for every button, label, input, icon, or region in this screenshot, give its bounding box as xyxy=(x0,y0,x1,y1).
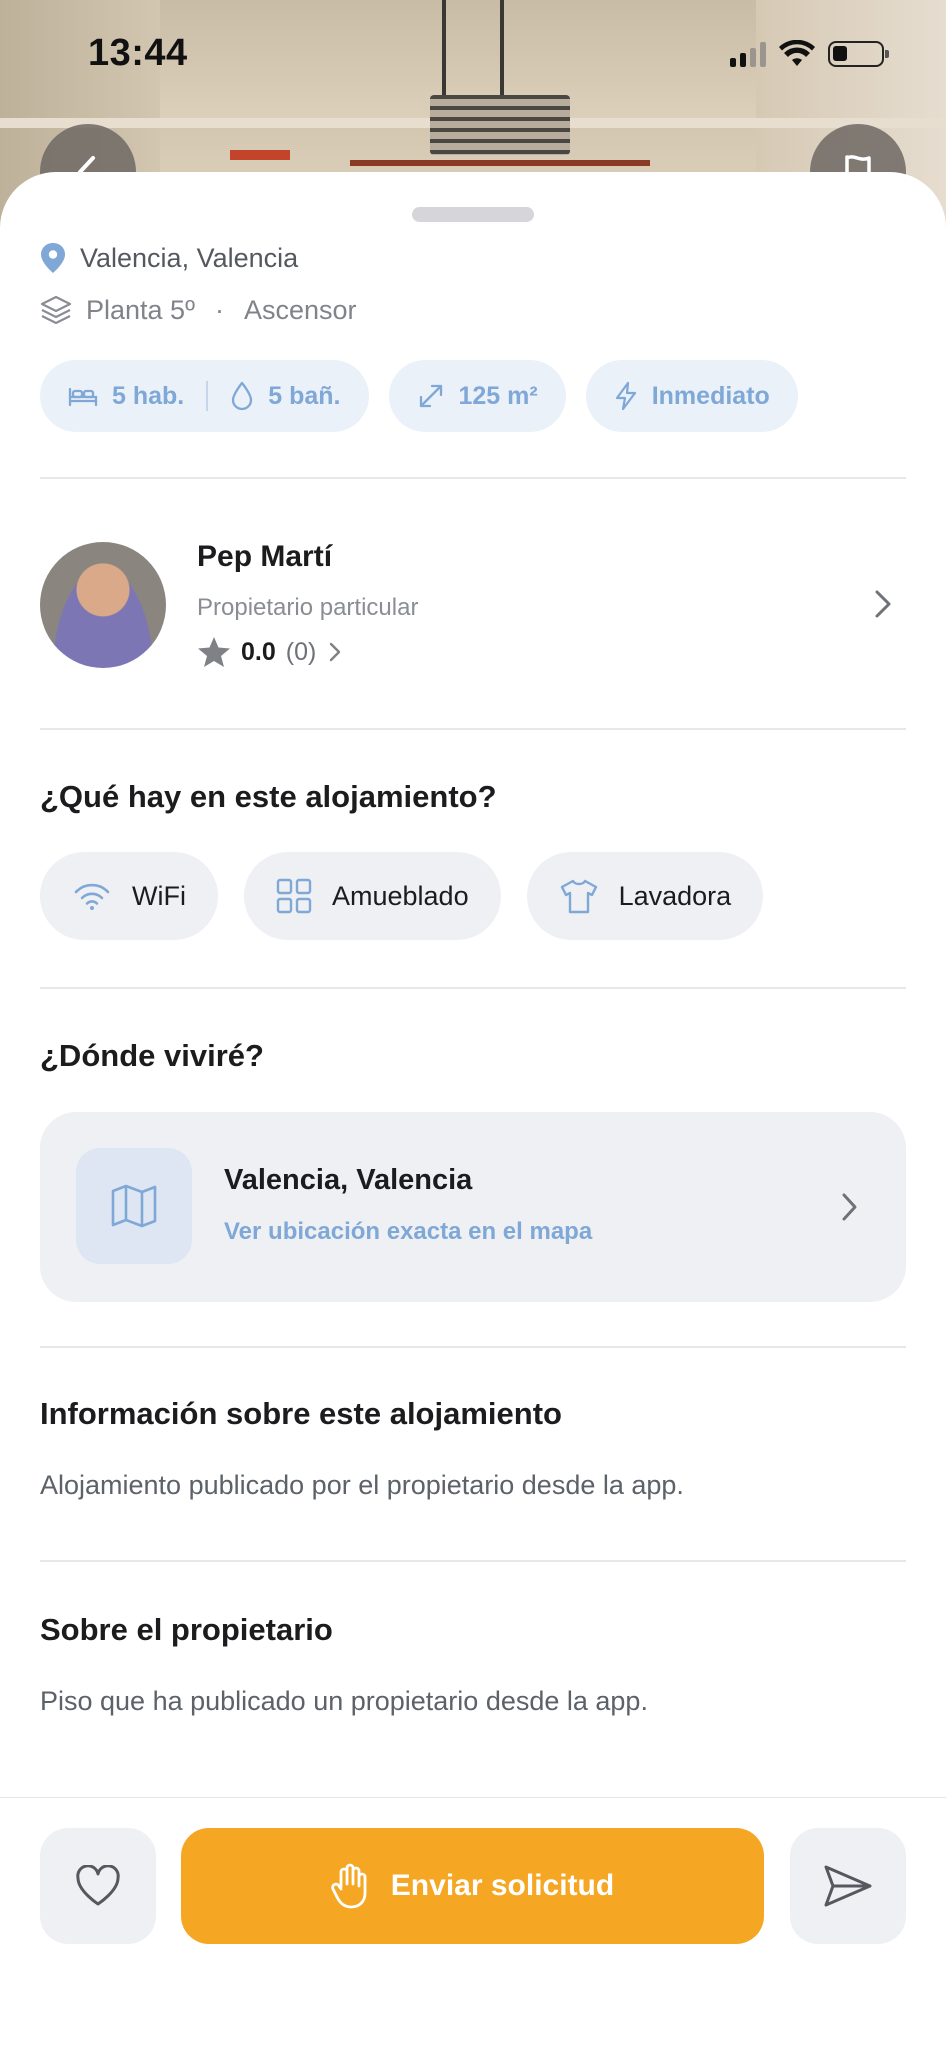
location-pin-icon xyxy=(41,243,65,273)
location-text: Valencia, Valencia xyxy=(80,242,299,273)
bottom-action-bar: Enviar solicitud xyxy=(0,1797,946,2049)
map-icon-box xyxy=(76,1148,192,1264)
owner-card[interactable]: Pep Martí Propietario particular 0.0 (0) xyxy=(40,540,906,670)
rooms-text: 5 hab. xyxy=(112,381,185,410)
owner-role: Propietario particular xyxy=(197,594,419,621)
map-icon xyxy=(111,1184,157,1228)
owner-about-title: Sobre el propietario xyxy=(40,1612,333,1647)
heart-icon xyxy=(76,1865,120,1906)
rating-count: (0) xyxy=(285,637,317,666)
water-drop-icon xyxy=(232,381,253,411)
owner-rating[interactable]: 0.0 (0) xyxy=(197,636,344,668)
send-request-label: Enviar solicitud xyxy=(390,1869,615,1902)
area-chip: 125 m² xyxy=(388,360,566,432)
status-time: 13:44 xyxy=(88,32,188,74)
layers-icon xyxy=(40,295,72,325)
amenity-label: WiFi xyxy=(132,880,186,911)
info-text: Alojamiento publicado por el propietario… xyxy=(40,1470,684,1500)
bed-icon xyxy=(68,387,98,407)
star-icon xyxy=(198,637,230,667)
rating-score: 0.0 xyxy=(241,637,276,666)
send-icon xyxy=(824,1865,872,1907)
shirt-icon xyxy=(560,879,597,914)
rooms-baths-chip: 5 hab. 5 bañ. xyxy=(40,360,369,432)
drag-handle[interactable] xyxy=(412,207,534,222)
amenity-washer: Lavadora xyxy=(526,852,764,940)
expand-arrows-icon xyxy=(419,384,442,408)
divider xyxy=(40,477,906,479)
grid-icon xyxy=(276,878,312,914)
feature-chips: 5 hab. 5 bañ. 125 m² Inmediato xyxy=(40,360,798,432)
separator-dot: · xyxy=(214,294,224,325)
availability-text: Inmediato xyxy=(651,381,770,410)
hand-icon xyxy=(331,1863,367,1909)
floor-text: Planta 5º xyxy=(86,294,195,325)
location-title: ¿Dónde viviré? xyxy=(40,1038,264,1073)
map-card[interactable]: Valencia, Valencia Ver ubicación exacta … xyxy=(40,1112,906,1302)
chevron-right-icon xyxy=(330,642,341,662)
owner-name: Pep Martí xyxy=(197,540,333,573)
elevator-text: Ascensor xyxy=(243,294,357,325)
status-icons xyxy=(730,36,889,72)
amenities-list: WiFi Amueblado Lavadora xyxy=(40,852,764,940)
baths-text: 5 bañ. xyxy=(268,381,341,410)
amenity-wifi: WiFi xyxy=(40,852,218,940)
availability-chip: Inmediato xyxy=(585,360,798,432)
amenities-title: ¿Qué hay en este alojamiento? xyxy=(40,779,497,814)
owner-avatar xyxy=(40,542,166,668)
divider xyxy=(40,728,906,730)
divider xyxy=(40,987,906,989)
amenity-furnished: Amueblado xyxy=(243,852,501,940)
wifi-icon xyxy=(779,40,815,66)
favorite-button[interactable] xyxy=(40,1828,156,1944)
amenity-label: Amueblado xyxy=(331,880,469,911)
info-title: Información sobre este alojamiento xyxy=(40,1396,562,1431)
location-row: Valencia, Valencia xyxy=(40,242,298,274)
send-request-button[interactable]: Enviar solicitud xyxy=(181,1828,764,1944)
owner-about-text: Piso que ha publicado un propietario des… xyxy=(40,1686,648,1716)
divider xyxy=(40,1346,906,1348)
cellular-signal-icon xyxy=(730,41,766,67)
wifi-icon xyxy=(74,883,110,910)
detail-sheet: Valencia, Valencia Planta 5º · Ascensor … xyxy=(0,172,946,2048)
chevron-right-icon xyxy=(842,1193,857,1221)
divider xyxy=(40,1560,906,1562)
amenity-label: Lavadora xyxy=(618,880,732,911)
area-text: 125 m² xyxy=(458,381,538,410)
map-link[interactable]: Ver ubicación exacta en el mapa xyxy=(224,1218,592,1246)
chevron-right-icon xyxy=(875,590,891,618)
map-place: Valencia, Valencia xyxy=(224,1164,473,1196)
floor-row: Planta 5º · Ascensor xyxy=(40,294,357,326)
share-button[interactable] xyxy=(790,1828,906,1944)
battery-icon xyxy=(828,41,889,67)
lightning-icon xyxy=(615,381,636,411)
